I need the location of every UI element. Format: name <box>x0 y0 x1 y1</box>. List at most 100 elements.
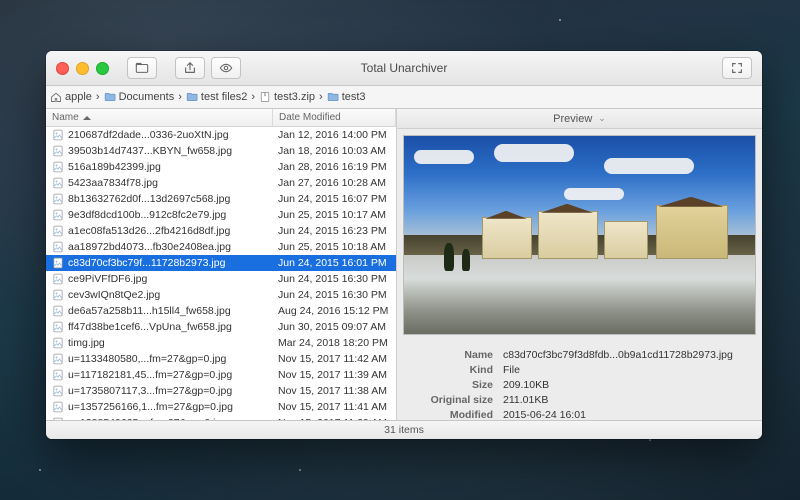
meta-row-size: Size 209.10KB <box>407 379 752 391</box>
quicklook-button[interactable] <box>211 57 241 79</box>
file-name: 9e3df8dcd100b...912c8fc2e79.jpg <box>68 209 226 221</box>
image-file-icon <box>52 193 64 205</box>
status-bar: 31 items <box>46 420 762 439</box>
table-row[interactable]: a1ec08fa513d26...2fb4216d8df.jpgJun 24, … <box>46 223 396 239</box>
window-body: Name Date Modified 210687df2dade...0336-… <box>46 109 762 420</box>
image-file-icon <box>52 241 64 253</box>
file-name: u=1357256166,1...fm=27&gp=0.jpg <box>68 401 233 413</box>
table-row[interactable]: aa18972bd4073...fb30e2408ea.jpg Jun 25, 2… <box>46 239 396 255</box>
preview-image[interactable] <box>403 135 756 335</box>
table-row[interactable]: cev3wIQn8tQe2.jpgJun 24, 2015 16:30 PM <box>46 287 396 303</box>
meta-value: c83d70cf3bc79f3d8fdb...0b9a1cd11728b2973… <box>503 349 752 361</box>
file-date: Jun 24, 2015 16:01 PM <box>272 257 396 269</box>
file-date: Jan 18, 2016 10:03 AM <box>272 145 396 157</box>
meta-row-original-size: Original size 211.01KB <box>407 394 752 406</box>
meta-value: 211.01KB <box>503 394 752 406</box>
file-name: 516a189b42399.jpg <box>68 161 161 173</box>
file-date: Jun 25, 2015 10:17 AM <box>272 209 396 221</box>
image-file-icon <box>52 209 64 221</box>
file-date: Jun 30, 2015 09:07 AM <box>272 321 396 333</box>
image-file-icon <box>52 177 64 189</box>
desktop-wallpaper: Total Unarchiver apple›Documents›test fi… <box>0 0 800 500</box>
meta-label: Size <box>407 379 503 391</box>
table-row[interactable]: u=117182181,45...fm=27&gp=0.jpgNov 15, 2… <box>46 367 396 383</box>
image-file-icon <box>52 305 64 317</box>
meta-value: File <box>503 364 752 376</box>
chevron-down-icon: ⌄ <box>598 113 606 124</box>
toolbar-left <box>127 57 157 79</box>
table-row[interactable]: ce9PiVFfDF6.jpg Jun 24, 2015 16:30 PM <box>46 271 396 287</box>
breadcrumb-label: apple <box>65 91 92 103</box>
file-name: 210687df2dade...0336-2uoXtN.jpg <box>68 129 229 141</box>
table-row[interactable]: ff47d38be1cef6...VpUna_fw658.jpgJun 30, … <box>46 319 396 335</box>
file-date: Jun 24, 2015 16:07 PM <box>272 193 396 205</box>
image-file-icon <box>52 369 64 381</box>
file-date: Nov 15, 2017 11:39 AM <box>272 369 396 381</box>
file-date: Nov 15, 2017 11:38 AM <box>272 385 396 397</box>
table-row[interactable]: 5423aa7834f78.jpg Jan 27, 2016 10:28 AM <box>46 175 396 191</box>
list-header: Name Date Modified <box>46 109 396 127</box>
table-row[interactable]: 516a189b42399.jpgJan 28, 2016 16:19 PM <box>46 159 396 175</box>
file-date: Jun 25, 2015 10:18 AM <box>272 241 396 253</box>
table-row[interactable]: 39503b14d7437...KBYN_fw658.jpg Jan 18, 20… <box>46 143 396 159</box>
column-name-header[interactable]: Name <box>46 109 273 126</box>
breadcrumb-item[interactable]: test files2 <box>182 91 251 103</box>
image-file-icon <box>52 129 64 141</box>
table-row[interactable]: 8b13632762d0f...13d2697c568.jpgJun 24, 2… <box>46 191 396 207</box>
traffic-lights <box>56 62 109 75</box>
image-file-icon <box>52 337 64 349</box>
file-date: Nov 15, 2017 11:42 AM <box>272 353 396 365</box>
table-row[interactable]: de6a57a258b11...h15ll4_fw658.jpgAug 24, … <box>46 303 396 319</box>
fullscreen-button[interactable] <box>722 57 752 79</box>
file-name: aa18972bd4073...fb30e2408ea.jpg <box>68 241 231 253</box>
file-list[interactable]: 210687df2dade...0336-2uoXtN.jpgJan 12, 2… <box>46 127 396 420</box>
zoom-window-button[interactable] <box>96 62 109 75</box>
titlebar: Total Unarchiver <box>46 51 762 86</box>
table-row[interactable]: u=1735807117,3...fm=27&gp=0.jpgNov 15, 2… <box>46 383 396 399</box>
share-button[interactable] <box>175 57 205 79</box>
app-window: Total Unarchiver apple›Documents›test fi… <box>46 51 762 439</box>
file-date: Jun 24, 2015 16:30 PM <box>272 289 396 301</box>
meta-label: Modified <box>407 409 503 420</box>
breadcrumb-item[interactable]: Documents <box>100 91 179 103</box>
file-name: 39503b14d7437...KBYN_fw658.jpg <box>68 145 232 157</box>
meta-row-modified: Modified 2015-06-24 16:01 <box>407 409 752 420</box>
breadcrumb-label: test files2 <box>201 91 247 103</box>
minimize-window-button[interactable] <box>76 62 89 75</box>
file-date: Jan 27, 2016 10:28 AM <box>272 177 396 189</box>
image-file-icon <box>52 161 64 173</box>
meta-label: Name <box>407 349 503 361</box>
file-list-pane: Name Date Modified 210687df2dade...0336-… <box>46 109 397 420</box>
breadcrumb-item[interactable]: test3 <box>323 91 370 103</box>
meta-label: Kind <box>407 364 503 376</box>
preview-header[interactable]: Preview ⌄ <box>397 109 762 129</box>
file-date: Jun 24, 2015 16:30 PM <box>272 273 396 285</box>
file-name: 5423aa7834f78.jpg <box>68 177 158 189</box>
column-date-header[interactable]: Date Modified <box>273 109 396 126</box>
table-row[interactable]: 210687df2dade...0336-2uoXtN.jpgJan 12, 2… <box>46 127 396 143</box>
status-text: 31 items <box>384 424 424 436</box>
table-row[interactable]: timg.jpgMar 24, 2018 18:20 PM <box>46 335 396 351</box>
preview-scene <box>404 136 755 334</box>
share-icon <box>183 61 197 75</box>
table-row[interactable]: u=1357256166,1...fm=27&gp=0.jpg Nov 15, 2… <box>46 399 396 415</box>
new-folder-button[interactable] <box>127 57 157 79</box>
meta-label: Original size <box>407 394 503 406</box>
preview-pane: Preview ⌄ <box>397 109 762 420</box>
file-name: timg.jpg <box>68 337 105 349</box>
toolbar-right <box>722 57 752 79</box>
close-window-button[interactable] <box>56 62 69 75</box>
table-row[interactable]: c83d70cf3bc79f...11728b2973.jpgJun 24, 2… <box>46 255 396 271</box>
table-row[interactable]: 9e3df8dcd100b...912c8fc2e79.jpg Jun 25, 2… <box>46 207 396 223</box>
meta-row-name: Name c83d70cf3bc79f3d8fdb...0b9a1cd11728… <box>407 349 752 361</box>
file-date: Aug 24, 2016 15:12 PM <box>272 305 396 317</box>
breadcrumb-label: test3.zip <box>274 91 315 103</box>
breadcrumb-item[interactable]: test3.zip <box>255 91 319 103</box>
table-row[interactable]: u=1133480580,...fm=27&gp=0.jpgNov 15, 20… <box>46 351 396 367</box>
image-file-icon <box>52 321 64 333</box>
file-name: ce9PiVFfDF6.jpg <box>68 273 147 285</box>
file-name: a1ec08fa513d26...2fb4216d8df.jpg <box>68 225 230 237</box>
meta-value: 2015-06-24 16:01 <box>503 409 752 420</box>
file-date: Nov 15, 2017 11:41 AM <box>272 401 396 413</box>
breadcrumb-item[interactable]: apple <box>46 91 96 103</box>
